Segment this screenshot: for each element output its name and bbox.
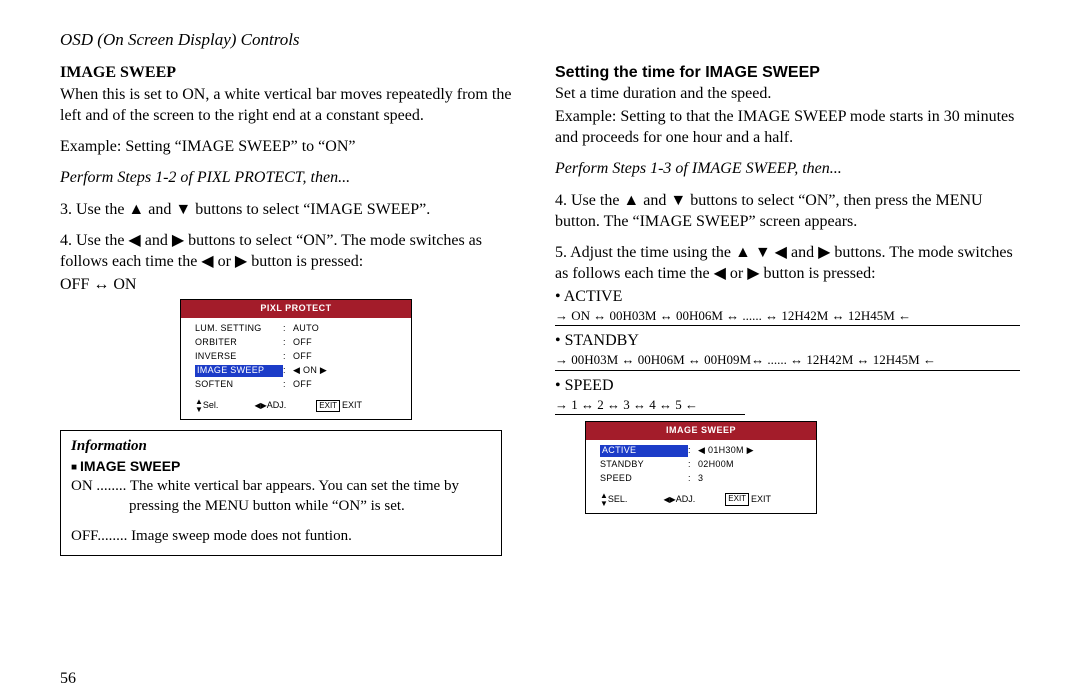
rule: [555, 325, 1020, 326]
osd-row-val: OFF: [293, 337, 401, 349]
speed-cycle: → 1 ↔ 2 ↔ 3 ↔ 4 ↔ 5 ←: [555, 396, 1020, 413]
exit-label: EXIT: [342, 400, 362, 412]
heading-setting-time: Setting the time for IMAGE SWEEP: [555, 62, 1020, 83]
osd-row-label: ORBITER: [195, 337, 283, 349]
adj-label: ADJ.: [676, 494, 696, 506]
info-title: Information: [71, 437, 491, 457]
left-column: IMAGE SWEEP When this is set to ON, a wh…: [60, 62, 525, 556]
osd-row-label: STANDBY: [600, 459, 688, 471]
leftright-icon: ◀▶: [254, 402, 266, 410]
right-column: Setting the time for IMAGE SWEEP Set a t…: [555, 62, 1020, 556]
step-4: 4. Use the ◀ and ▶ buttons to select “ON…: [60, 230, 525, 272]
osd-row-label-selected: ACTIVE: [600, 445, 688, 457]
rule: [555, 414, 745, 415]
step-4: 4. Use the ▲ and ▼ buttons to select “ON…: [555, 190, 1020, 232]
osd-row-label: INVERSE: [195, 351, 283, 363]
osd-row-label: LUM. SETTING: [195, 323, 283, 335]
osd-pixl-protect: PIXL PROTECT LUM. SETTING:AUTO ORBITER:O…: [180, 299, 412, 420]
osd-row-val: 3: [698, 473, 806, 485]
leftright-icon: ◀▶: [663, 496, 675, 504]
step-5: 5. Adjust the time using the ▲ ▼ ◀ and ▶…: [555, 242, 1020, 284]
updown-icon: ▲▼: [195, 398, 203, 414]
osd-row-val: ◀ ON ▶: [293, 365, 401, 377]
osd-row-val: OFF: [293, 379, 401, 391]
osd-row-label: SPEED: [600, 473, 688, 485]
osd-title: PIXL PROTECT: [181, 300, 411, 318]
info-heading: ■IMAGE SWEEP: [71, 457, 491, 478]
adj-label: ADJ.: [267, 400, 287, 412]
sel-label: Sel.: [203, 400, 219, 412]
section-header: OSD (On Screen Display) Controls: [60, 30, 1020, 50]
info-off: OFF........ Image sweep mode does not fu…: [71, 527, 491, 547]
rule: [555, 370, 1020, 371]
osd-row-val: 02H00M: [698, 459, 806, 471]
para: Example: Setting “IMAGE SWEEP” to “ON”: [60, 136, 525, 157]
osd-image-sweep: IMAGE SWEEP ACTIVE:◀ 01H30M ▶ STANDBY:02…: [585, 421, 817, 514]
information-box: Information ■IMAGE SWEEP ON ........ The…: [60, 430, 502, 556]
para-italic: Perform Steps 1-2 of PIXL PROTECT, then.…: [60, 167, 525, 188]
exit-icon: EXIT: [316, 400, 340, 413]
osd-row-label-selected: IMAGE SWEEP: [195, 365, 283, 377]
osd-row-val: ◀ 01H30M ▶: [698, 445, 806, 457]
active-cycle: → ON ↔ 00H03M ↔ 00H06M ↔ ...... ↔ 12H42M…: [555, 307, 1020, 324]
info-on: ON ........ The white vertical bar appea…: [71, 477, 491, 517]
updown-icon: ▲▼: [600, 492, 608, 508]
heading-image-sweep: IMAGE SWEEP: [60, 62, 525, 83]
sel-label: SEL.: [608, 494, 628, 506]
standby-cycle: → 00H03M ↔ 00H06M ↔ 00H09M↔ ...... ↔ 12H…: [555, 351, 1020, 368]
osd-title: IMAGE SWEEP: [586, 422, 816, 440]
para-italic: Perform Steps 1-3 of IMAGE SWEEP, then..…: [555, 158, 1020, 179]
osd-row-label: SOFTEN: [195, 379, 283, 391]
active-label: • ACTIVE: [555, 286, 1020, 307]
osd-footer: ▲▼Sel. ◀▶ADJ. EXITEXIT: [181, 394, 411, 419]
step-3: 3. Use the ▲ and ▼ buttons to select “IM…: [60, 199, 525, 220]
exit-icon: EXIT: [725, 493, 749, 506]
off-on-cycle: OFF ↔ ON: [60, 274, 525, 295]
osd-row-val: AUTO: [293, 323, 401, 335]
page-number: 56: [60, 670, 1020, 688]
para: Example: Setting to that the IMAGE SWEEP…: [555, 106, 1020, 148]
para: When this is set to ON, a white vertical…: [60, 84, 525, 126]
speed-label: • SPEED: [555, 375, 1020, 396]
exit-label: EXIT: [751, 494, 771, 506]
osd-footer: ▲▼SEL. ◀▶ADJ. EXITEXIT: [586, 488, 816, 513]
osd-row-val: OFF: [293, 351, 401, 363]
standby-label: • STANDBY: [555, 330, 1020, 351]
para: Set a time duration and the speed.: [555, 83, 1020, 104]
